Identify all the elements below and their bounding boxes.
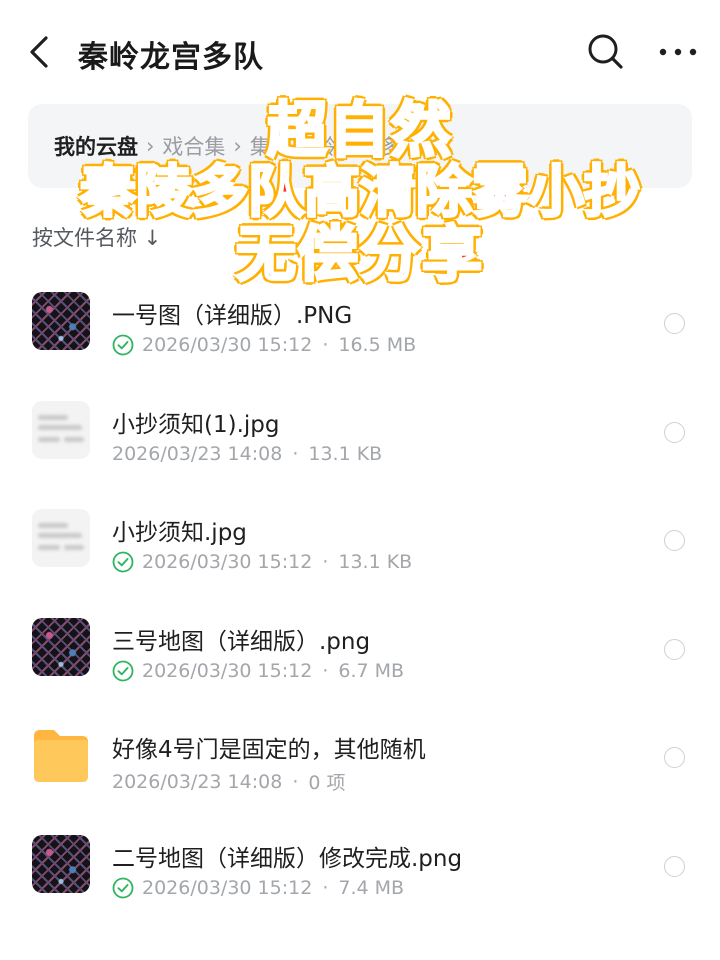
file-size: 7.4 MB [338, 876, 405, 899]
meta-separator: · [322, 876, 329, 899]
file-row[interactable]: 三号地图（详细版）.png 2026/03/30 15:12 · 6.7 MB [0, 592, 720, 701]
file-date: 2026/03/23 14:08 [112, 442, 283, 465]
item-count: 0 项 [308, 772, 346, 795]
file-date: 2026/03/30 15:12 [142, 659, 313, 682]
file-name: 二号地图（详细版）修改完成.png [112, 845, 463, 872]
search-icon [588, 34, 623, 69]
file-size: 16.5 MB [338, 334, 417, 356]
file-row[interactable]: 一号图（详细版）.PNG 2026/03/30 15:12 · 16.5 MB [0, 266, 720, 375]
meta-separator: · [322, 334, 329, 356]
more-horizontal-icon [659, 48, 697, 56]
file-size: 6.7 MB [338, 659, 405, 682]
document-image-thumbnail [32, 400, 90, 459]
breadcrumb-item-subcollection[interactable]: 集 [250, 131, 271, 161]
file-date: 2026/03/30 15:12 [142, 876, 313, 899]
breadcrumb: 我的云盘 › 戏合集 › 集 › 秦岭龙宫多队 [28, 104, 692, 188]
synced-check-icon [112, 660, 134, 682]
breadcrumb-item-current: 秦岭龙宫多队 [295, 135, 422, 159]
file-meta: 2026/03/23 14:08 · 0 项 [112, 768, 346, 795]
file-meta: 2026/03/30 15:12 · 6.7 MB [112, 660, 404, 682]
select-checkbox[interactable] [664, 855, 685, 877]
file-list: 一号图（详细版）.PNG 2026/03/30 15:12 · 16.5 MB … [0, 266, 720, 918]
select-checkbox[interactable] [664, 313, 685, 334]
breadcrumb-item-collection[interactable]: 戏合集 [162, 131, 225, 161]
select-checkbox[interactable] [664, 530, 685, 552]
top-bar: 秦岭龙宫多队 [0, 0, 720, 104]
file-meta: 2026/03/30 15:12 · 7.4 MB [112, 877, 404, 899]
meta-separator: · [322, 551, 329, 574]
breadcrumb-separator: › [146, 134, 155, 158]
file-date: 2026/03/30 15:12 [142, 334, 313, 356]
folder-icon [32, 726, 90, 784]
page-title: 秦岭龙宫多队 [78, 40, 264, 75]
map-image-thumbnail [32, 617, 90, 676]
file-size: 13.1 KB [308, 442, 383, 465]
back-button[interactable] [24, 34, 60, 70]
file-row[interactable]: 小抄须知.jpg 2026/03/30 15:12 · 13.1 KB [0, 483, 720, 592]
synced-check-icon [112, 551, 134, 573]
synced-check-icon [112, 877, 134, 899]
file-name: 三号地图（详细版）.png [112, 628, 371, 655]
chevron-left-icon [30, 36, 48, 68]
select-checkbox[interactable] [664, 747, 685, 769]
file-meta: 2026/03/23 14:08 · 13.1 KB [112, 443, 382, 465]
meta-separator: · [292, 770, 299, 793]
breadcrumb-item-root[interactable]: 我的云盘 [54, 131, 138, 161]
file-row[interactable]: 二号地图（详细版）修改完成.png 2026/03/30 15:12 · 7.4… [0, 809, 720, 918]
file-date: 2026/03/23 14:08 [112, 770, 283, 793]
sort-by-name-button[interactable]: 按文件名称 ↓ [32, 222, 161, 252]
search-button[interactable] [586, 32, 626, 72]
more-button[interactable] [656, 36, 700, 68]
file-row[interactable]: 小抄须知(1).jpg 2026/03/23 14:08 · 13.1 KB [0, 375, 720, 484]
meta-separator: · [292, 442, 299, 465]
folder-row[interactable]: 好像4号门是固定的，其他随机 2026/03/23 14:08 · 0 项 [0, 700, 720, 809]
select-checkbox[interactable] [664, 421, 685, 443]
file-name: 小抄须知.jpg [112, 520, 247, 547]
synced-check-icon [112, 334, 134, 356]
file-date: 2026/03/30 15:12 [142, 551, 313, 574]
breadcrumb-separator: › [278, 134, 288, 158]
file-name: 好像4号门是固定的，其他随机 [112, 737, 426, 764]
map-image-thumbnail [32, 292, 90, 350]
breadcrumb-separator: › [233, 134, 242, 158]
file-name: 小抄须知(1).jpg [112, 411, 280, 438]
document-image-thumbnail [32, 509, 90, 568]
file-meta: 2026/03/30 15:12 · 16.5 MB [112, 334, 416, 356]
file-name: 一号图（详细版）.PNG [112, 303, 353, 329]
map-image-thumbnail [32, 834, 90, 893]
meta-separator: · [322, 659, 329, 682]
file-meta: 2026/03/30 15:12 · 13.1 KB [112, 551, 412, 573]
select-checkbox[interactable] [664, 638, 685, 660]
file-size: 13.1 KB [338, 551, 413, 574]
